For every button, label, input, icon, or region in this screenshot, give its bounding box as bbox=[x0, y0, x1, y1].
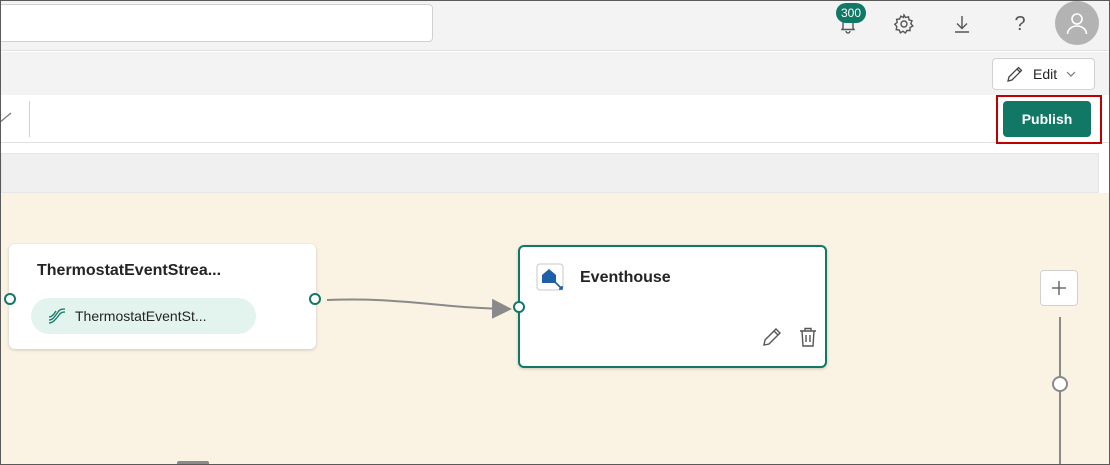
source-input-port[interactable] bbox=[4, 293, 16, 305]
search-input[interactable] bbox=[1, 4, 433, 42]
gear-icon[interactable] bbox=[889, 9, 919, 39]
editor-toolbar: Publish bbox=[1, 95, 1109, 144]
help-icon[interactable]: ? bbox=[1005, 9, 1035, 39]
app-window: 300 ? Edit Publish ThermostatEventStrea.… bbox=[0, 0, 1110, 465]
ribbon-row: Edit bbox=[1, 52, 1109, 95]
eventstream-canvas[interactable]: ThermostatEventStrea... ThermostatEventS… bbox=[1, 193, 1109, 464]
pencil-icon bbox=[1007, 66, 1023, 82]
source-output-port[interactable] bbox=[309, 293, 321, 305]
chevron-down-icon bbox=[1066, 71, 1076, 77]
edit-node-icon[interactable] bbox=[760, 325, 784, 349]
eventstream-icon bbox=[48, 308, 66, 324]
user-avatar[interactable] bbox=[1055, 1, 1099, 45]
download-icon[interactable] bbox=[947, 9, 977, 39]
zoom-in-button[interactable] bbox=[1040, 270, 1078, 306]
user-icon bbox=[1066, 13, 1088, 35]
bottom-panel-handle[interactable] bbox=[177, 461, 209, 464]
chevron-icon[interactable] bbox=[1, 111, 13, 125]
zoom-slider-thumb[interactable] bbox=[1052, 376, 1068, 392]
eventhouse-input-port[interactable] bbox=[513, 301, 525, 313]
notification-badge: 300 bbox=[836, 3, 867, 23]
publish-button[interactable]: Publish bbox=[1003, 101, 1091, 137]
eventhouse-icon bbox=[536, 263, 564, 291]
plus-icon bbox=[1052, 281, 1066, 295]
canvas-header-bar bbox=[1, 153, 1099, 193]
stream-label: ThermostatEventSt... bbox=[75, 308, 207, 324]
eventhouse-title: Eventhouse bbox=[580, 269, 671, 286]
edit-button[interactable]: Edit bbox=[992, 58, 1095, 90]
top-header: 300 ? bbox=[1, 1, 1109, 51]
edit-label: Edit bbox=[1033, 66, 1058, 82]
toolbar-divider bbox=[29, 101, 30, 137]
eventhouse-node[interactable]: Eventhouse bbox=[518, 245, 827, 368]
source-node-title: ThermostatEventStrea... bbox=[37, 262, 222, 279]
source-node[interactable]: ThermostatEventStrea... ThermostatEventS… bbox=[9, 244, 316, 349]
delete-icon[interactable] bbox=[796, 325, 820, 349]
stream-pill[interactable]: ThermostatEventSt... bbox=[31, 298, 256, 334]
